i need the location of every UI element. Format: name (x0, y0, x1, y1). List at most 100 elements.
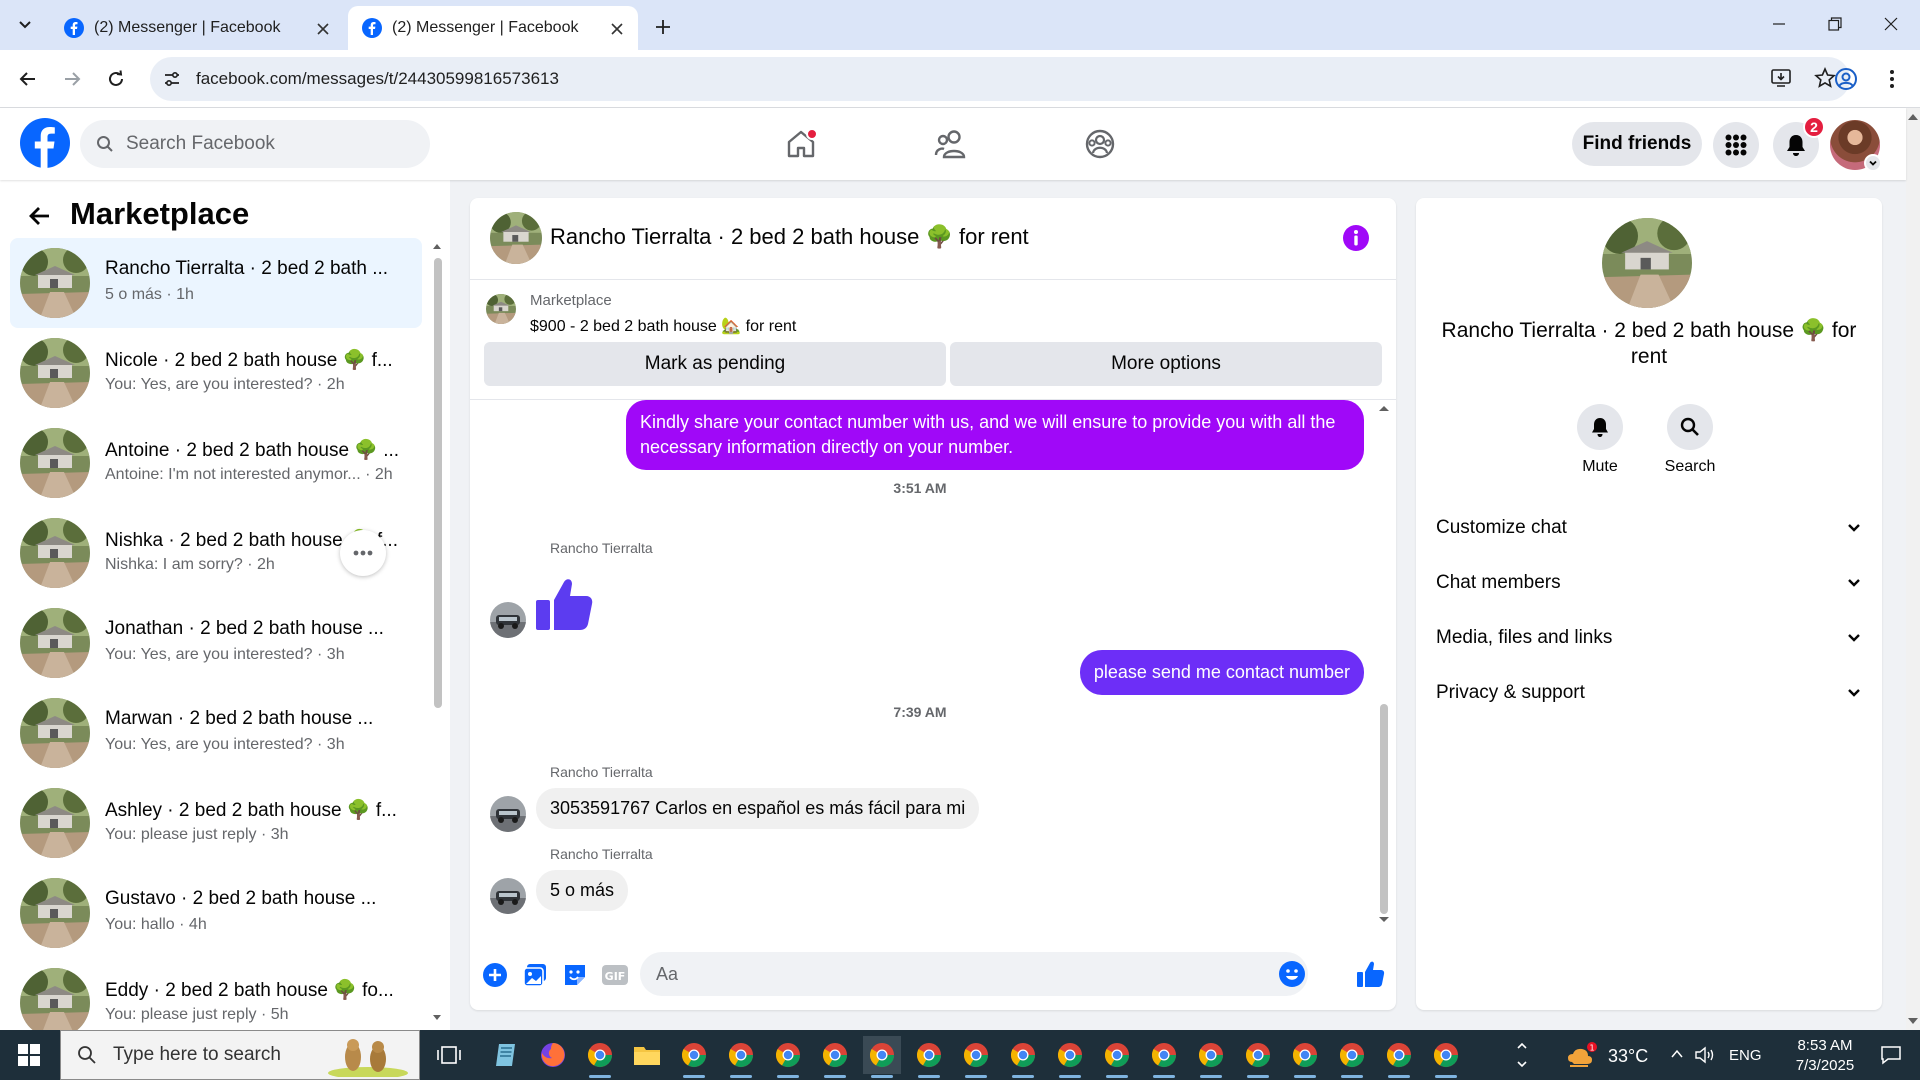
customize-chat-section[interactable]: Customize chat (1436, 506, 1862, 550)
chevron-up-icon[interactable] (1670, 1048, 1684, 1060)
browser-menu-button[interactable] (1876, 63, 1908, 95)
chat-avatar[interactable] (490, 212, 542, 264)
notification-center-icon[interactable] (1880, 1044, 1902, 1066)
taskbar-app-chrome-15[interactable] (1286, 1036, 1324, 1078)
details-avatar[interactable] (1602, 218, 1692, 308)
more-actions-button[interactable] (480, 960, 510, 990)
sticker-button[interactable] (560, 960, 590, 990)
mark-as-pending-button[interactable]: Mark as pending (484, 342, 946, 386)
taskbar-app-chrome-9[interactable] (1004, 1036, 1042, 1078)
back-button[interactable] (12, 63, 44, 95)
taskbar-app-chrome-2[interactable] (675, 1036, 713, 1078)
volume-icon[interactable] (1694, 1045, 1716, 1065)
temperature-text[interactable]: 33°C (1608, 1046, 1648, 1067)
close-window-button[interactable] (1862, 0, 1920, 48)
taskbar-app-chrome-11[interactable] (1098, 1036, 1136, 1078)
back-button[interactable] (22, 198, 58, 234)
mute-button[interactable] (1577, 404, 1623, 450)
message-input[interactable]: Aa (640, 952, 1308, 996)
message-outgoing[interactable]: please send me contact number (1079, 650, 1364, 695)
more-options-button[interactable]: More options (950, 342, 1382, 386)
media-files-links-section[interactable]: Media, files and links (1436, 616, 1862, 660)
menu-button[interactable] (1713, 122, 1759, 168)
taskbar-search-box[interactable]: Type here to search (60, 1030, 420, 1080)
chat-title[interactable]: Rancho Tierralta · 2 bed 2 bath house 🌳 … (550, 224, 1029, 250)
weather-icon[interactable]: 1 (1566, 1042, 1600, 1068)
task-view-button[interactable] (430, 1036, 468, 1074)
browser-tab-1[interactable]: (2) Messenger | Facebook (50, 6, 344, 50)
sender-avatar[interactable] (490, 878, 526, 914)
scrollbar-thumb[interactable] (1380, 704, 1388, 914)
address-bar[interactable]: facebook.com/messages/t/2443059981657361… (150, 57, 1850, 101)
message-incoming[interactable]: 3053591767 Carlos en español es más fáci… (536, 788, 980, 829)
thumbs-up-icon[interactable] (1354, 958, 1386, 990)
taskbar-app-chrome-12[interactable] (1145, 1036, 1183, 1078)
conversation-options-button[interactable] (340, 530, 386, 576)
account-menu-chevron[interactable] (1864, 154, 1882, 172)
taskbar-app-chrome-3[interactable] (722, 1036, 760, 1078)
reload-button[interactable] (100, 63, 132, 95)
conversation-item-marwan[interactable]: Marwan · 2 bed 2 bath house ... You: Yes… (10, 688, 422, 778)
taskbar-app-chrome-1[interactable] (581, 1036, 619, 1078)
attach-photo-button[interactable] (520, 960, 550, 990)
facebook-search-input[interactable]: Search Facebook (80, 120, 430, 168)
message-incoming[interactable]: 5 o más (536, 870, 629, 911)
browser-tab-2[interactable]: (2) Messenger | Facebook (348, 6, 638, 50)
search-action[interactable]: Search (1650, 404, 1730, 476)
conversation-item-gustavo[interactable]: Gustavo · 2 bed 2 bath house ... You: ha… (10, 868, 422, 958)
tab-close-button[interactable] (314, 20, 332, 38)
notifications-button[interactable]: 2 (1773, 116, 1825, 168)
input-language-indicator[interactable]: ENG (1729, 1047, 1762, 1064)
install-app-icon[interactable] (1770, 67, 1792, 89)
tab-close-button[interactable] (608, 20, 626, 38)
nav-friends[interactable] (927, 120, 975, 168)
thumbs-up-sticker-icon[interactable] (532, 570, 596, 634)
taskbar-app-chrome-18[interactable] (1427, 1036, 1465, 1078)
conversation-item-jonathan[interactable]: Jonathan · 2 bed 2 bath house ... You: Y… (10, 598, 422, 688)
clock[interactable]: 8:53 AM 7/3/2025 (1782, 1036, 1868, 1076)
privacy-support-section[interactable]: Privacy & support (1436, 671, 1862, 715)
taskbar-app-chrome-10[interactable] (1051, 1036, 1089, 1078)
new-tab-button[interactable] (648, 12, 678, 42)
message-thread-scrollbar[interactable] (1378, 404, 1390, 924)
info-icon[interactable] (1342, 224, 1370, 252)
site-info-icon[interactable] (162, 69, 182, 89)
taskbar-app-chrome-13[interactable] (1192, 1036, 1230, 1078)
sender-avatar[interactable] (490, 602, 526, 638)
gif-button[interactable]: GIF (600, 960, 630, 990)
conversation-item-rancho[interactable]: Rancho Tierralta · 2 bed 2 bath ... 5 o … (10, 238, 422, 328)
nav-groups[interactable] (1076, 120, 1124, 168)
nav-home[interactable] (777, 120, 825, 168)
taskbar-app-notes[interactable] (487, 1036, 525, 1074)
start-button[interactable] (0, 1030, 58, 1080)
forward-button[interactable] (56, 63, 88, 95)
tab-search-button[interactable] (8, 9, 42, 41)
taskbar-app-chrome-14[interactable] (1239, 1036, 1277, 1078)
taskbar-app-file-explorer[interactable] (628, 1036, 666, 1074)
taskbar-app-firefox[interactable] (534, 1036, 572, 1074)
taskbar-app-chrome-active[interactable] (863, 1036, 901, 1078)
mute-action[interactable]: Mute (1560, 404, 1640, 476)
taskbar-app-chrome-5[interactable] (816, 1036, 854, 1078)
restore-button[interactable] (1806, 0, 1864, 48)
conversation-item-ashley[interactable]: Ashley · 2 bed 2 bath house 🌳 f... You: … (10, 778, 422, 868)
conversation-item-nicole[interactable]: Nicole · 2 bed 2 bath house 🌳 f... You: … (10, 328, 422, 418)
sender-avatar[interactable] (490, 796, 526, 832)
listing-thumbnail[interactable] (486, 294, 516, 324)
facebook-logo-icon[interactable] (20, 118, 70, 168)
taskbar-app-chrome-17[interactable] (1380, 1036, 1418, 1078)
minimize-button[interactable] (1750, 0, 1808, 48)
listing-title[interactable]: $900 - 2 bed 2 bath house 🏡 for rent (530, 316, 796, 336)
scrollbar-thumb[interactable] (434, 258, 442, 708)
emoji-icon[interactable] (1278, 960, 1306, 988)
message-outgoing[interactable]: Kindly share your contact number with us… (626, 400, 1364, 470)
conversation-list-scrollbar[interactable] (432, 242, 442, 1022)
taskbar-app-chrome-8[interactable] (957, 1036, 995, 1078)
conversation-item-antoine[interactable]: Antoine · 2 bed 2 bath house 🌳 ... Antoi… (10, 418, 422, 508)
find-friends-button[interactable]: Find friends (1572, 122, 1702, 166)
chat-members-section[interactable]: Chat members (1436, 561, 1862, 605)
profile-button[interactable] (1830, 63, 1862, 95)
page-scrollbar[interactable] (1906, 108, 1920, 1030)
taskbar-app-chrome-4[interactable] (769, 1036, 807, 1078)
search-in-chat-button[interactable] (1667, 404, 1713, 450)
